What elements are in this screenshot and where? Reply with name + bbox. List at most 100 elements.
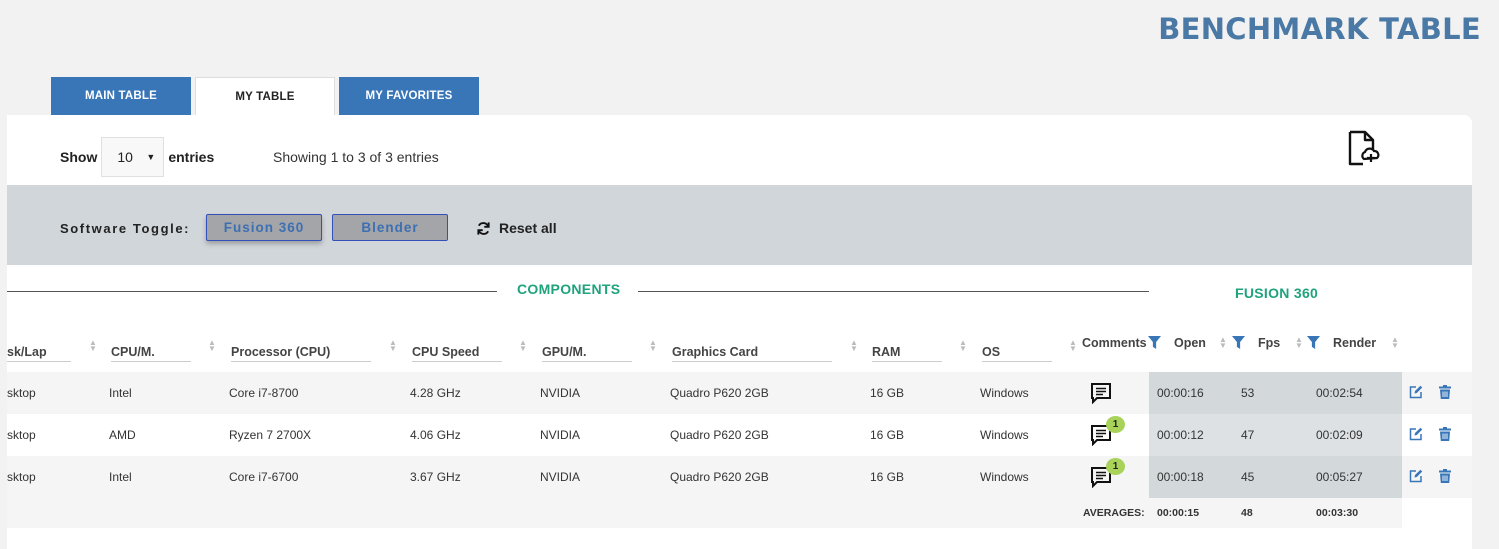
table-row[interactable]: sktop AMD Ryzen 7 2700X 4.06 GHz NVIDIA … xyxy=(7,414,1472,456)
edit-icon[interactable] xyxy=(1409,427,1423,441)
sort-icon[interactable]: ▲ ▼ xyxy=(389,339,397,353)
fusion-360-group-label: FUSION 360 xyxy=(1235,285,1319,301)
column-header-graphics-card[interactable]: Graphics Card xyxy=(662,345,832,362)
cell-type: sktop xyxy=(7,470,36,484)
tab-bar: MAIN TABLE MY TABLE MY FAVORITES xyxy=(51,77,479,115)
divider xyxy=(7,291,497,292)
comment-icon[interactable] xyxy=(1090,382,1112,404)
cell-graphics-card: Quadro P620 2GB xyxy=(670,386,769,400)
column-header-render[interactable]: Render xyxy=(1333,336,1376,350)
cell-cpu-m: Intel xyxy=(109,386,132,400)
column-header-gpu-m[interactable]: GPU/M. xyxy=(532,345,632,362)
cell-cpu-speed: 4.28 GHz xyxy=(410,386,461,400)
cell-graphics-card: Quadro P620 2GB xyxy=(670,470,769,484)
tab-my-favorites[interactable]: MY FAVORITES xyxy=(339,77,479,115)
trash-icon[interactable] xyxy=(1439,469,1451,483)
cell-fps: 45 xyxy=(1241,470,1255,484)
column-header-label: RAM xyxy=(872,345,942,362)
software-toggle-bar: Software Toggle: Fusion 360 Blender Rese… xyxy=(7,185,1472,265)
sort-icon[interactable]: ▲ ▼ xyxy=(1295,336,1303,350)
column-header-label: OS xyxy=(982,345,1052,362)
add-file-icon[interactable] xyxy=(1346,130,1382,168)
cell-type: sktop xyxy=(7,428,36,442)
filter-icon[interactable] xyxy=(1232,336,1245,349)
column-header-label: Processor (CPU) xyxy=(231,345,371,362)
divider xyxy=(638,291,1149,292)
table-row[interactable]: sktop Intel Core i7-6700 3.67 GHz NVIDIA… xyxy=(7,456,1472,498)
reset-all-label: Reset all xyxy=(499,220,557,236)
sort-icon[interactable]: ▲ ▼ xyxy=(959,339,967,353)
sort-icon[interactable]: ▲ ▼ xyxy=(519,339,527,353)
column-header-cpu-speed[interactable]: CPU Speed xyxy=(402,345,502,362)
sort-icon[interactable]: ▲ ▼ xyxy=(1069,339,1077,353)
entries-select-value: 10 xyxy=(117,149,133,165)
cell-os: Windows xyxy=(980,386,1029,400)
tab-main-table[interactable]: MAIN TABLE xyxy=(51,77,191,115)
column-header-label: CPU Speed xyxy=(412,345,502,362)
cell-os: Windows xyxy=(980,470,1029,484)
column-group-header: COMPONENTS FUSION 360 xyxy=(7,265,1472,325)
chevron-down-icon: ▼ xyxy=(146,152,156,162)
cell-cpu-m: Intel xyxy=(109,470,132,484)
cell-processor: Core i7-6700 xyxy=(229,470,299,484)
column-header-processor[interactable]: Processor (CPU) xyxy=(221,345,371,362)
trash-icon[interactable] xyxy=(1439,427,1451,441)
cell-gpu-m: NVIDIA xyxy=(540,470,581,484)
sort-icon[interactable]: ▲ ▼ xyxy=(850,339,858,353)
show-label: Show xyxy=(60,149,98,165)
reset-all-button[interactable]: Reset all xyxy=(476,220,557,236)
comment-count-badge: 1 xyxy=(1106,458,1125,475)
column-header-label: Graphics Card xyxy=(672,345,832,362)
averages-label: AVERAGES: xyxy=(1083,507,1145,519)
edit-icon[interactable] xyxy=(1409,469,1423,483)
cell-render: 00:02:54 xyxy=(1316,386,1363,400)
column-header-comments[interactable]: Comments xyxy=(1082,336,1147,350)
sort-icon[interactable]: ▲ ▼ xyxy=(208,339,216,353)
sort-icon[interactable]: ▲ ▼ xyxy=(1219,336,1227,350)
page-title: BENCHMARK TABLE xyxy=(1158,12,1481,46)
comment-count-badge: 1 xyxy=(1106,416,1125,433)
cell-fps: 53 xyxy=(1241,386,1255,400)
column-header-ram[interactable]: RAM xyxy=(862,345,942,362)
fusion-360-toggle-button[interactable]: Fusion 360 xyxy=(206,214,322,241)
blender-toggle-button[interactable]: Blender xyxy=(332,214,448,241)
entries-select[interactable]: 10 ▼ xyxy=(101,137,165,177)
cell-cpu-m: AMD xyxy=(109,428,136,442)
column-header-fps[interactable]: Fps xyxy=(1258,336,1280,350)
cell-cpu-speed: 4.06 GHz xyxy=(410,428,461,442)
averages-row: AVERAGES: 00:00:15 48 00:03:30 xyxy=(7,498,1402,528)
tab-my-table[interactable]: MY TABLE xyxy=(195,77,335,115)
column-header-cpu-m[interactable]: CPU/M. xyxy=(101,345,191,362)
cell-graphics-card: Quadro P620 2GB xyxy=(670,428,769,442)
cell-open: 00:00:12 xyxy=(1157,428,1204,442)
trash-icon[interactable] xyxy=(1439,385,1451,399)
average-render: 00:03:30 xyxy=(1316,507,1359,519)
sort-icon[interactable]: ▲ ▼ xyxy=(89,339,97,353)
cell-open: 00:00:16 xyxy=(1157,386,1204,400)
filter-icon[interactable] xyxy=(1307,336,1320,349)
entries-length-control: Show 10 ▼ entries xyxy=(60,137,214,177)
average-fps: 48 xyxy=(1241,507,1253,519)
edit-icon[interactable] xyxy=(1409,385,1423,399)
cell-ram: 16 GB xyxy=(870,428,905,442)
cell-cpu-speed: 3.67 GHz xyxy=(410,470,461,484)
table-info: Showing 1 to 3 of 3 entries xyxy=(273,149,439,165)
entries-label: entries xyxy=(168,149,215,165)
cell-os: Windows xyxy=(980,428,1029,442)
column-header-os[interactable]: OS xyxy=(972,345,1052,362)
refresh-icon xyxy=(477,221,490,235)
software-toggle-label: Software Toggle: xyxy=(60,221,191,236)
sort-icon[interactable]: ▲ ▼ xyxy=(649,339,657,353)
cell-gpu-m: NVIDIA xyxy=(540,428,581,442)
cell-type: sktop xyxy=(7,386,36,400)
table-row[interactable]: sktop Intel Core i7-8700 4.28 GHz NVIDIA… xyxy=(7,372,1472,414)
cell-fps: 47 xyxy=(1241,428,1255,442)
average-open: 00:00:15 xyxy=(1157,507,1200,519)
cell-processor: Ryzen 7 2700X xyxy=(229,428,312,442)
components-group-label: COMPONENTS xyxy=(517,281,621,297)
column-header-open[interactable]: Open xyxy=(1174,336,1206,350)
filter-icon[interactable] xyxy=(1148,336,1161,349)
cell-ram: 16 GB xyxy=(870,470,905,484)
column-header-desk-lap[interactable]: sk/Lap xyxy=(7,345,71,362)
sort-icon[interactable]: ▲ ▼ xyxy=(1391,336,1399,350)
